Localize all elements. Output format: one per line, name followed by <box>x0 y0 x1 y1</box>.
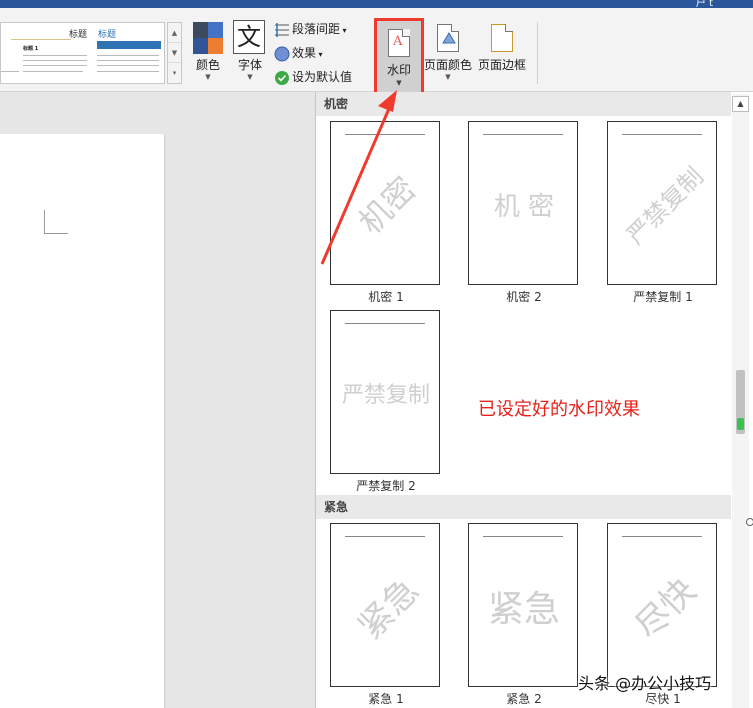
annotation-text: 已设定好的水印效果 <box>478 399 640 420</box>
fonts-label: 字体 <box>237 58 262 72</box>
watermark-caption: 紧急 2 <box>506 692 542 706</box>
watermark-option[interactable]: 机密 机密 1 <box>330 121 442 304</box>
paragraph-spacing-button[interactable]: 段落间距 ▾ <box>274 20 347 38</box>
style-set-thumbnail[interactable]: 标题 标题 1 <box>1 23 91 83</box>
colors-button[interactable]: 颜色 ▼ <box>188 56 228 81</box>
watermark-preview-text: 严禁复制 <box>341 383 430 408</box>
page-borders-button[interactable]: 页面边框 <box>476 56 528 73</box>
checkmark-icon <box>274 70 290 86</box>
watermark-caption: 机密 2 <box>506 290 542 304</box>
colors-label: 颜色 <box>195 58 220 72</box>
page-color-label: 页面颜色 <box>424 58 473 72</box>
scroll-indicator <box>737 418 744 430</box>
gallery-scroll[interactable]: ▲ ▼ ▾ <box>167 22 182 84</box>
effects-button[interactable]: 效果 ▾ <box>274 44 323 62</box>
resize-handle[interactable] <box>746 518 753 526</box>
gallery-down-icon[interactable]: ▼ <box>168 43 181 63</box>
word-window: 户 t 标题 标题 1 标题 ▲ ▼ ▾ 颜色 ▼ 文 字体 ▼ 段落间距 ▾ … <box>0 0 753 708</box>
chevron-down-icon: ▼ <box>445 73 451 81</box>
fonts-button[interactable]: 字体 ▼ <box>230 56 270 81</box>
section-header-urgent: 紧急 <box>316 495 731 519</box>
panel-scrollbar[interactable]: ▲ <box>732 94 749 708</box>
section-header-confidential: 机密 <box>316 92 731 116</box>
chevron-down-icon: ▼ <box>247 73 253 81</box>
watermark-icon: A <box>388 29 410 57</box>
watermark-option[interactable]: 机 密 机密 2 <box>468 121 580 304</box>
page-borders-icon <box>491 24 513 52</box>
watermark-preview: 紧急 <box>330 523 440 687</box>
watermark-caption: 机密 1 <box>368 290 404 304</box>
watermark-preview: 机 密 <box>468 121 578 285</box>
scroll-up-icon[interactable]: ▲ <box>732 96 749 112</box>
style-set-gallery[interactable]: 标题 标题 1 标题 <box>0 22 165 84</box>
watermark-preview-text: 严禁复制 <box>620 161 709 250</box>
watermark-button[interactable]: A 水印 ▼ <box>374 18 424 102</box>
credit-watermark: 头条 @办公小技巧 <box>578 674 712 693</box>
effects-icon <box>274 46 290 62</box>
watermark-caption: 严禁复制 1 <box>633 290 693 304</box>
style-thumbnail-heading: 标题 1 <box>23 46 39 52</box>
document-area <box>0 92 315 708</box>
watermark-option[interactable]: 尽快 尽快 1 <box>607 523 719 706</box>
watermark-preview-text: 紧急 <box>350 570 427 647</box>
watermark-preview: 严禁复制 <box>330 310 440 474</box>
theme-colors-icon <box>193 22 223 54</box>
style-thumbnail-highlight <box>97 41 161 49</box>
style-thumbnail-title: 标题 <box>98 30 117 40</box>
watermark-caption: 紧急 1 <box>368 692 404 706</box>
paragraph-spacing-label: 段落间距 <box>292 22 341 36</box>
page-color-icon <box>437 24 459 52</box>
watermark-preview-text: 紧急 <box>487 589 560 630</box>
gallery-more-icon[interactable]: ▾ <box>168 63 181 83</box>
watermark-caption: 严禁复制 2 <box>356 479 416 493</box>
watermark-preview: 尽快 <box>607 523 717 687</box>
watermark-option[interactable]: 紧急 紧急 2 <box>468 523 580 706</box>
style-set-thumbnail[interactable]: 标题 <box>94 23 164 83</box>
watermark-option[interactable]: 严禁复制 严禁复制 2 <box>330 310 442 493</box>
watermark-label: 水印 <box>386 63 411 77</box>
set-default-label: 设为默认值 <box>292 70 353 84</box>
title-bar: 户 t <box>0 0 753 9</box>
effects-label: 效果 <box>292 46 317 60</box>
watermark-preview-text: 机 密 <box>493 191 555 222</box>
watermark-preview-text: 机密 <box>351 169 424 242</box>
chevron-down-icon: ▼ <box>205 73 211 81</box>
watermark-preview-text: 尽快 <box>627 570 704 647</box>
ribbon-divider <box>537 22 538 84</box>
ribbon-design-tab: 标题 标题 1 标题 ▲ ▼ ▾ 颜色 ▼ 文 字体 ▼ 段落间距 ▾ 效果 ▾… <box>0 8 753 102</box>
fonts-icon: 文 <box>233 20 265 54</box>
set-default-button[interactable]: 设为默认值 <box>274 68 352 86</box>
watermark-option[interactable]: 严禁复制 严禁复制 1 <box>607 121 719 304</box>
page-borders-label: 页面边框 <box>477 58 526 72</box>
margin-corner-marker <box>44 210 68 234</box>
watermark-preview: 机密 <box>330 121 440 285</box>
watermark-option[interactable]: 紧急 紧急 1 <box>330 523 442 706</box>
watermark-preview: 严禁复制 <box>607 121 717 285</box>
paragraph-spacing-icon <box>274 22 290 38</box>
style-thumbnail-title: 标题 <box>68 30 87 40</box>
chevron-down-icon: ▼ <box>396 79 402 87</box>
page-color-button[interactable]: 页面颜色 ▼ <box>424 56 472 81</box>
watermark-preview: 紧急 <box>468 523 578 687</box>
gallery-up-icon[interactable]: ▲ <box>168 23 181 43</box>
document-page[interactable] <box>0 134 165 708</box>
